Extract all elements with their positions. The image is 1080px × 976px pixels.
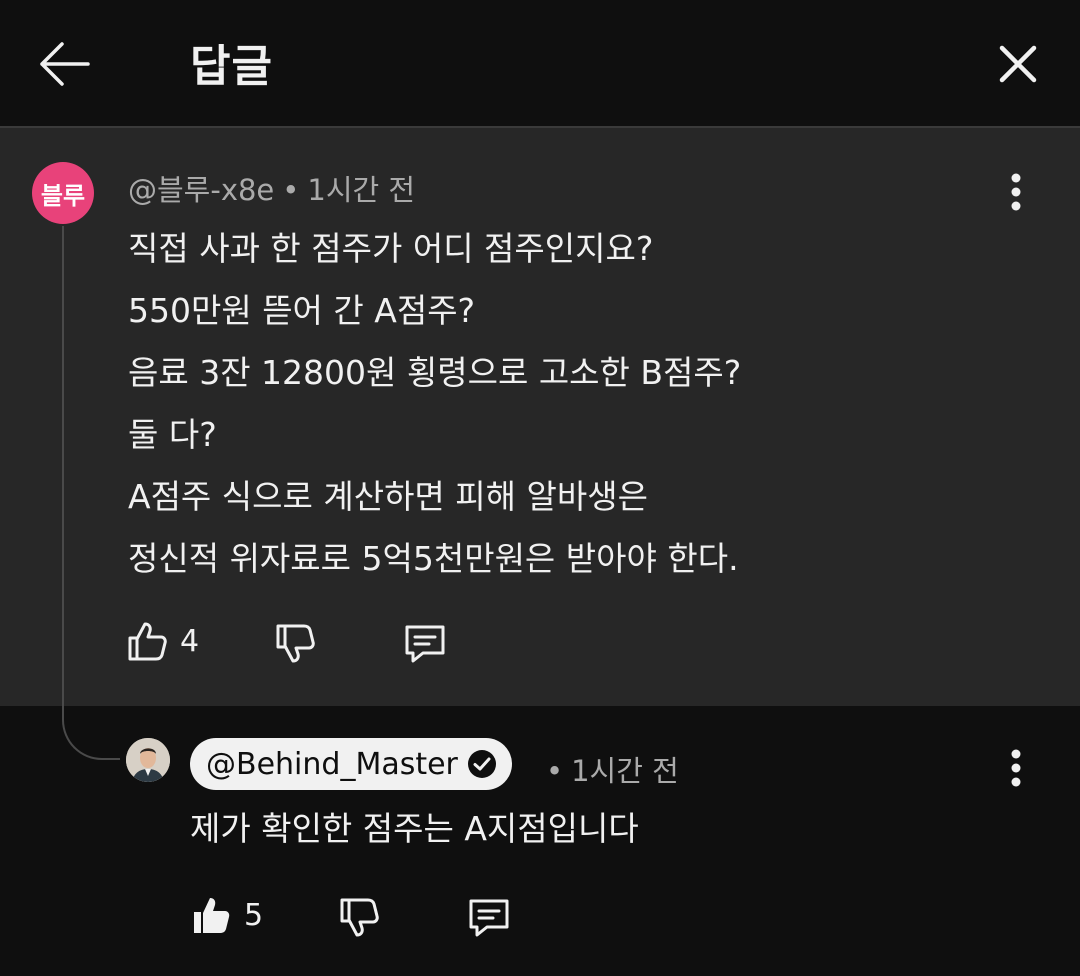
meta-separator: • <box>546 754 564 788</box>
reply-author: @Behind_Master <box>206 746 458 782</box>
comment-line: 직접 사과 한 점주가 어디 점주인지요? <box>128 229 654 268</box>
verified-check-icon <box>467 750 496 778</box>
comment-line: 정신적 위자료로 5억5천만원은 받아야 한다. <box>128 539 739 578</box>
reply-avatar[interactable] <box>126 738 170 782</box>
comment-author[interactable]: @블루-x8e <box>128 173 274 207</box>
thumbs-down-icon <box>340 898 379 937</box>
comment-icon <box>405 625 445 663</box>
dislike-button[interactable] <box>274 622 316 664</box>
close-icon <box>999 45 1037 83</box>
reply-menu-button[interactable] <box>996 740 1036 796</box>
arrow-left-icon <box>40 42 90 86</box>
reply-reply-button[interactable] <box>467 896 511 938</box>
reply-author-chip[interactable]: @Behind_Master <box>190 738 512 790</box>
thumbs-down-icon <box>276 624 315 663</box>
reply-dislike-button[interactable] <box>338 896 380 938</box>
reply-time: 1시간 전 <box>571 754 679 788</box>
thumbs-up-filled-icon <box>194 898 230 933</box>
comment-line: 550만원 뜯어 간 A점주? <box>128 291 476 330</box>
page-title: 답글 <box>190 41 273 92</box>
avatar[interactable]: 블루 <box>32 162 94 224</box>
back-button[interactable] <box>36 36 92 92</box>
close-button[interactable] <box>992 38 1044 90</box>
comment-line: 음료 3잔 12800원 횡령으로 고소한 B점주? <box>128 353 742 392</box>
thread-connector-line <box>62 226 120 760</box>
comment-time: 1시간 전 <box>307 173 416 207</box>
comment-line: 둘 다? <box>128 415 217 454</box>
reply-like-button[interactable]: 5 <box>190 894 263 936</box>
like-button[interactable]: 4 <box>126 620 199 662</box>
comment-line: A점주 식으로 계산하면 피해 알바생은 <box>128 477 648 516</box>
reply-like-count: 5 <box>244 897 264 933</box>
comment-icon <box>469 899 509 937</box>
comment-menu-button[interactable] <box>996 164 1036 220</box>
more-vertical-icon <box>1011 173 1021 211</box>
comment-body: 직접 사과 한 점주가 어디 점주인지요? 550만원 뜯어 간 A점주? 음료… <box>128 218 1028 590</box>
reply-body: 제가 확인한 점주는 A지점입니다 <box>190 809 639 848</box>
top-bar: 답글 <box>0 0 1080 128</box>
like-count: 4 <box>180 623 200 659</box>
person-photo-icon <box>126 738 170 782</box>
comment-meta: @블루-x8e • 1시간 전 <box>128 167 415 209</box>
reply-button[interactable] <box>403 622 447 664</box>
more-vertical-icon <box>1011 749 1021 787</box>
meta-separator: • <box>282 173 300 207</box>
thumbs-up-icon <box>128 622 167 661</box>
reply-meta: • 1시간 전 <box>538 748 679 790</box>
